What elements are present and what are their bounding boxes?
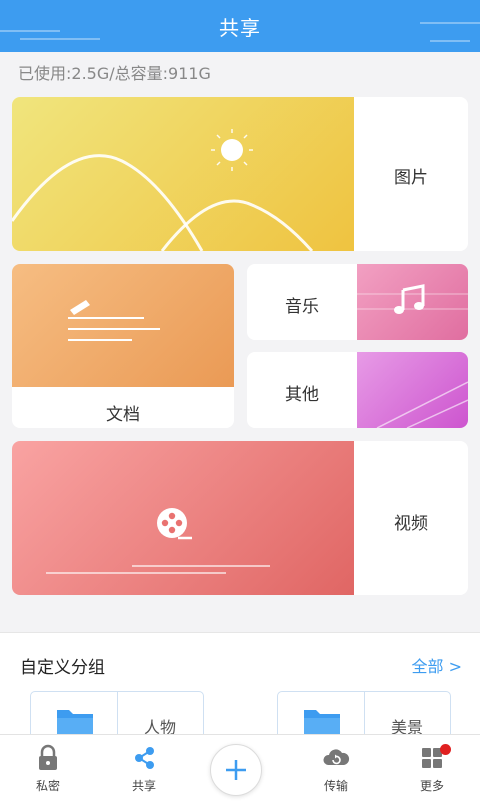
notification-dot — [440, 744, 451, 755]
documents-illustration — [12, 264, 234, 387]
custom-groups-section: 自定义分组 全部 > 人物 美景 — [0, 633, 480, 753]
other-label: 其他 — [285, 385, 319, 405]
music-card[interactable]: 音乐 — [247, 264, 468, 340]
tab-transfer-label: 传输 — [323, 779, 348, 793]
other-illustration — [357, 352, 468, 428]
tab-private-label: 私密 — [35, 779, 60, 793]
pictures-illustration — [12, 97, 354, 251]
diagonal-lines-icon — [376, 381, 468, 428]
music-note-icon — [357, 284, 468, 314]
share-icon — [135, 747, 154, 769]
storage-usage: 已使用:2.5G/总容量:911G — [18, 64, 211, 83]
add-button[interactable] — [210, 744, 262, 796]
tab-share-label: 共享 — [131, 779, 156, 793]
video-card[interactable]: 视频 — [12, 441, 468, 595]
tab-more[interactable]: 更多 — [392, 735, 472, 801]
tab-more-label: 更多 — [419, 779, 444, 793]
plus-icon — [226, 760, 246, 780]
music-illustration — [357, 264, 468, 340]
pictures-label: 图片 — [394, 168, 428, 188]
tab-private[interactable]: 私密 — [8, 735, 88, 801]
document-edit-icon — [68, 300, 160, 341]
tab-share[interactable]: 共享 — [104, 735, 184, 801]
other-card[interactable]: 其他 — [247, 352, 468, 428]
lock-icon — [39, 744, 57, 770]
view-all-link[interactable]: 全部 > — [412, 653, 463, 677]
video-label: 视频 — [394, 514, 428, 534]
landscape-icon — [12, 129, 314, 251]
cloud-sync-icon — [323, 749, 350, 765]
title-bar: 共享 — [0, 0, 480, 52]
custom-groups-title: 自定义分组 — [20, 658, 105, 678]
music-label: 音乐 — [285, 297, 319, 317]
documents-label: 文档 — [106, 405, 140, 425]
pictures-card[interactable]: 图片 — [12, 97, 468, 251]
documents-card[interactable]: 文档 — [12, 264, 234, 428]
video-illustration — [12, 441, 354, 595]
film-reel-icon — [46, 508, 270, 574]
tab-transfer[interactable]: 传输 — [296, 735, 376, 801]
page-title: 共享 — [219, 16, 261, 40]
